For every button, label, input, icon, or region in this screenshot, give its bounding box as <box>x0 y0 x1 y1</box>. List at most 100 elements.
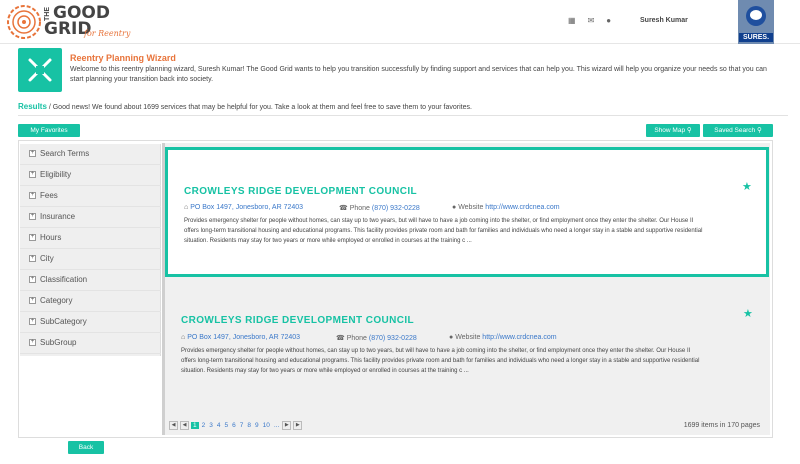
page-link[interactable]: 1 <box>191 422 199 429</box>
app-header: THE GOOD GRID for Reentry ▦ ✉ ● Suresh K… <box>0 0 800 44</box>
avatar-face <box>750 10 762 20</box>
expand-icon: + <box>29 276 36 283</box>
saved-search-button[interactable]: Saved Search ⚲ <box>703 124 773 137</box>
filter-hours[interactable]: + Hours <box>20 228 161 249</box>
wizard-description: Welcome to this reentry planning wizard,… <box>70 66 767 83</box>
filter-label: Eligibility <box>40 170 72 179</box>
phone-label: Phone <box>346 335 369 342</box>
address: ⌂ PO Box 1497, Jonesboro, AR 72403 <box>184 204 303 211</box>
gear-logo-icon <box>7 5 41 39</box>
filter-label: Classification <box>40 275 88 284</box>
saved-search-label: Saved Search <box>714 127 756 134</box>
result-card[interactable]: CROWLEYS RIDGE DEVELOPMENT COUNCIL ★ ⌂ P… <box>165 293 769 401</box>
phone-icon: ☎ <box>336 335 345 342</box>
phone-icon: ☎ <box>339 205 348 212</box>
expand-icon: + <box>29 234 36 241</box>
address-link[interactable]: PO Box 1497, Jonesboro, AR 72403 <box>190 204 303 211</box>
expand-icon: + <box>29 213 36 220</box>
filter-label: Category <box>40 296 73 305</box>
page-link[interactable]: 3 <box>208 422 214 429</box>
expand-icon: + <box>29 297 36 304</box>
results-summary: Results / Good news! We found about 1699… <box>18 102 472 111</box>
page-link[interactable]: 9 <box>254 422 260 429</box>
last-page-button[interactable]: ▶ <box>293 421 303 430</box>
prev-page-button[interactable]: ◀ <box>180 421 189 430</box>
filter-sidebar: + Search Terms + Eligibility + Fees + Insura… <box>20 144 161 356</box>
expand-icon: + <box>29 339 36 346</box>
website: ● Website http://www.crdcnea.com <box>449 334 557 341</box>
result-card[interactable]: CROWLEYS RIDGE DEVELOPMENT COUNCIL ★ ⌂ P… <box>165 147 769 277</box>
map-marker-icon: ⚲ <box>686 127 692 134</box>
filter-label: SubGroup <box>40 338 77 347</box>
expand-icon: + <box>29 192 36 199</box>
page-link[interactable]: 8 <box>246 422 252 429</box>
address-link[interactable]: PO Box 1497, Jonesboro, AR 72403 <box>187 334 300 341</box>
back-button[interactable]: Back <box>68 441 104 454</box>
pencil-ruler-icon <box>18 48 62 92</box>
filter-fees[interactable]: + Fees <box>20 186 161 207</box>
the-good-grid-logo[interactable]: THE GOOD GRID for Reentry <box>6 4 136 40</box>
page-link[interactable]: 2 <box>201 422 207 429</box>
globe-icon: ● <box>452 204 457 211</box>
results-list: CROWLEYS RIDGE DEVELOPMENT COUNCIL ★ ⌂ P… <box>165 143 770 435</box>
expand-icon: + <box>29 318 36 325</box>
user-icon[interactable]: ● <box>606 16 611 25</box>
filter-category[interactable]: + Category <box>20 291 161 312</box>
filter-eligibility[interactable]: + Eligibility <box>20 165 161 186</box>
website-label: Website <box>458 204 486 211</box>
filter-label: Hours <box>40 233 62 242</box>
page-link[interactable]: 6 <box>231 422 237 429</box>
results-frame: + Search Terms + Eligibility + Fees + Insura… <box>18 140 773 438</box>
phone: ☎ Phone (870) 932-0228 <box>339 204 420 212</box>
next-page-button[interactable]: ▶ <box>282 421 292 430</box>
filter-label: City <box>40 254 54 263</box>
home-icon: ⌂ <box>181 334 186 341</box>
address: ⌂ PO Box 1497, Jonesboro, AR 72403 <box>181 334 300 341</box>
page-link-more[interactable]: ... <box>273 422 280 429</box>
phone-link[interactable]: (870) 932-0228 <box>372 205 420 212</box>
favorite-star-icon[interactable]: ★ <box>742 180 752 193</box>
avatar[interactable]: SURES. <box>738 0 774 44</box>
phone-label: Phone <box>349 205 372 212</box>
page-link[interactable]: 4 <box>216 422 222 429</box>
wizard-banner: Reentry Planning Wizard Welcome to this … <box>18 48 788 94</box>
divider <box>18 115 788 116</box>
mail-icon[interactable]: ✉ <box>588 16 595 25</box>
expand-icon: + <box>29 255 36 262</box>
show-map-button[interactable]: Show Map ⚲ <box>646 124 700 137</box>
service-description: Provides emergency shelter for people wi… <box>184 218 703 244</box>
page-link[interactable]: 10 <box>262 422 271 429</box>
apps-grid-icon[interactable]: ▦ <box>568 16 576 25</box>
service-description: Provides emergency shelter for people wi… <box>181 348 700 374</box>
results-label: Results <box>18 102 47 111</box>
page-link[interactable]: 5 <box>224 422 230 429</box>
header-icons: ▦ ✉ ● <box>568 16 611 25</box>
filter-label: Search Terms <box>40 149 90 158</box>
website: ● Website http://www.crdcnea.com <box>452 204 560 211</box>
website-link[interactable]: http://www.crdcnea.com <box>485 204 559 211</box>
search-icon: ⚲ <box>756 127 762 134</box>
filter-city[interactable]: + City <box>20 249 161 270</box>
expand-icon: + <box>29 150 36 157</box>
filter-insurance[interactable]: + Insurance <box>20 207 161 228</box>
filter-subcategory[interactable]: + SubCategory <box>20 312 161 333</box>
phone: ☎ Phone (870) 932-0228 <box>336 334 417 342</box>
user-name[interactable]: Suresh Kumar <box>640 17 688 24</box>
filter-label: Insurance <box>40 212 76 221</box>
phone-link[interactable]: (870) 932-0228 <box>369 335 417 342</box>
home-icon: ⌂ <box>184 204 189 211</box>
filter-label: Fees <box>40 191 58 200</box>
favorite-star-icon[interactable]: ★ <box>743 307 753 320</box>
first-page-button[interactable]: ◀ <box>169 421 178 430</box>
service-title[interactable]: CROWLEYS RIDGE DEVELOPMENT COUNCIL <box>184 186 417 197</box>
filter-classification[interactable]: + Classification <box>20 270 161 291</box>
pager-info: 1699 items in 170 pages <box>683 422 760 429</box>
globe-icon: ● <box>449 334 454 341</box>
my-favorites-button[interactable]: My Favorites <box>18 124 80 137</box>
pagination: ◀ ◀ 1 2 3 4 5 6 7 8 9 10 ... ▶ ▶ <box>169 421 303 430</box>
page-link[interactable]: 7 <box>239 422 245 429</box>
website-link[interactable]: http://www.crdcnea.com <box>482 334 556 341</box>
service-title[interactable]: CROWLEYS RIDGE DEVELOPMENT COUNCIL <box>181 315 414 326</box>
filter-search-terms[interactable]: + Search Terms <box>20 144 161 165</box>
filter-subgroup[interactable]: + SubGroup <box>20 333 161 354</box>
